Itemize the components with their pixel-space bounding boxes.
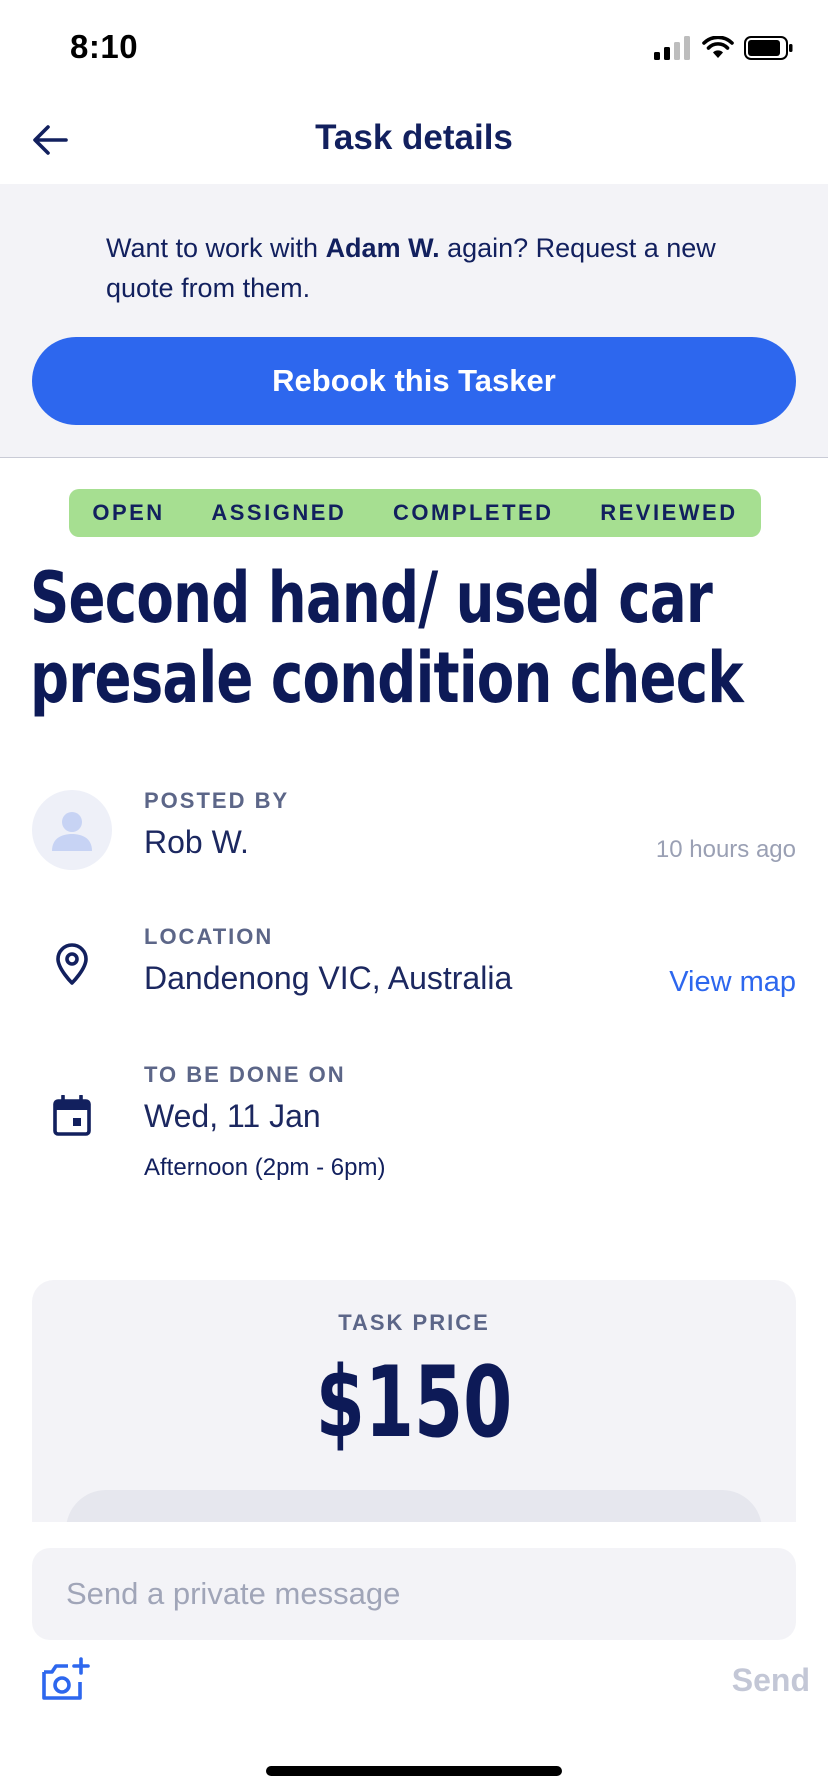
map-pin-icon: [56, 943, 88, 985]
step-completed: COMPLETED: [392, 500, 554, 525]
calendar-icon: [53, 1095, 91, 1136]
status-time: 8:10: [70, 28, 139, 65]
send-button[interactable]: Send: [732, 1662, 810, 1699]
task-price-label: TASK PRICE: [338, 1310, 490, 1335]
rebook-tasker-button[interactable]: Rebook this Tasker: [32, 337, 796, 425]
wifi-icon: [702, 36, 734, 58]
poster-name[interactable]: Rob W.: [144, 824, 249, 861]
add-photo-button[interactable]: [40, 1656, 92, 1704]
rebook-message: Want to work with Adam W. again? Request…: [106, 228, 786, 308]
calendar-icon-wrap: [32, 1076, 112, 1156]
task-title: Second hand/ used car presale condition …: [30, 557, 744, 719]
nav-header: Task details: [0, 100, 828, 184]
battery-icon: [744, 36, 793, 60]
rebook-text-before: Want to work with: [106, 233, 326, 263]
step-reviewed: REVIEWED: [600, 500, 738, 525]
tasker-name: Adam W.: [325, 233, 440, 263]
price-action-pill[interactable]: [66, 1490, 762, 1522]
location-value: Dandenong VIC, Australia: [144, 960, 513, 996]
step-open: OPEN: [92, 500, 165, 525]
due-date-label: TO BE DONE ON: [144, 1062, 346, 1087]
status-bar: 8:10: [0, 0, 828, 100]
step-assigned: ASSIGNED: [211, 500, 347, 525]
view-map-link[interactable]: View map: [669, 966, 796, 999]
status-icons: [654, 36, 794, 60]
due-time-window: Afternoon (2pm - 6pm): [144, 1154, 386, 1181]
home-indicator: [266, 1766, 562, 1776]
signal-icon: [654, 36, 690, 60]
task-status-stepper: OPEN ASSIGNED COMPLETED REVIEWED: [69, 489, 761, 537]
posted-by-label: POSTED BY: [144, 788, 290, 813]
posted-time: 10 hours ago: [655, 836, 796, 863]
user-avatar-icon: [32, 790, 112, 870]
rebook-banner: Want to work with Adam W. again? Request…: [0, 184, 828, 458]
task-price-card: TASK PRICE $150: [32, 1280, 796, 1522]
location-label: LOCATION: [144, 924, 274, 949]
location-icon-wrap: [32, 924, 112, 1004]
avatar[interactable]: [32, 790, 112, 870]
task-price-value: $150: [315, 1346, 513, 1460]
due-date-value: Wed, 11 Jan: [144, 1098, 321, 1134]
private-message-input[interactable]: [32, 1548, 796, 1640]
page-title: Task details: [315, 118, 513, 157]
add-photo-icon: [42, 1657, 90, 1700]
